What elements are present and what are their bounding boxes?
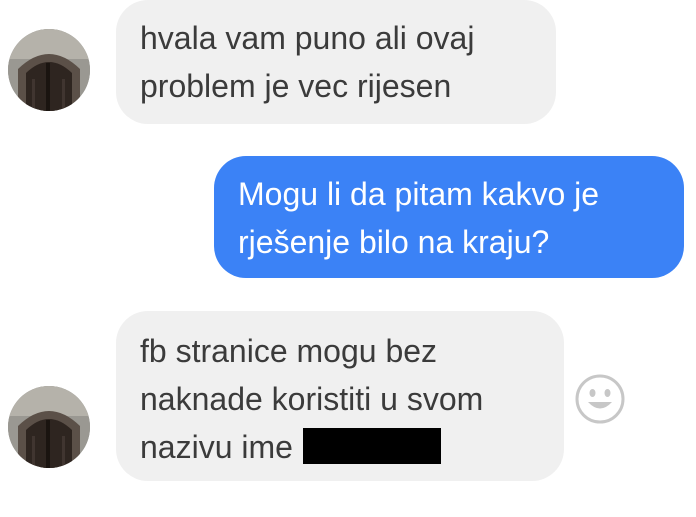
smiley-face-icon[interactable]	[574, 373, 626, 425]
redaction-bar	[302, 428, 441, 464]
outgoing-message-bubble[interactable]: Mogu li da pitam kakvo je rješenje bilo …	[214, 156, 684, 278]
message-text-line: problem je vec rijesen	[140, 68, 452, 104]
message-text-line: nazivu ime	[140, 423, 540, 471]
message-text-line: rješenje bilo na kraju?	[238, 224, 550, 260]
message-text-line: hvala vam puno ali ovaj	[140, 20, 475, 56]
message-text-line: Mogu li da pitam kakvo je	[238, 176, 600, 212]
incoming-message-bubble[interactable]: hvala vam puno ali ovaj problem je vec r…	[116, 0, 556, 124]
message-text-line: naknade koristiti u svom	[140, 381, 484, 417]
message-text-line: fb stranice mogu bez	[140, 333, 438, 369]
message-text-fragment: nazivu ime	[140, 429, 293, 465]
contact-avatar[interactable]	[8, 29, 90, 111]
incoming-message-bubble[interactable]: fb stranice mogu bez naknade koristiti u…	[116, 311, 564, 481]
contact-avatar[interactable]	[8, 386, 90, 468]
